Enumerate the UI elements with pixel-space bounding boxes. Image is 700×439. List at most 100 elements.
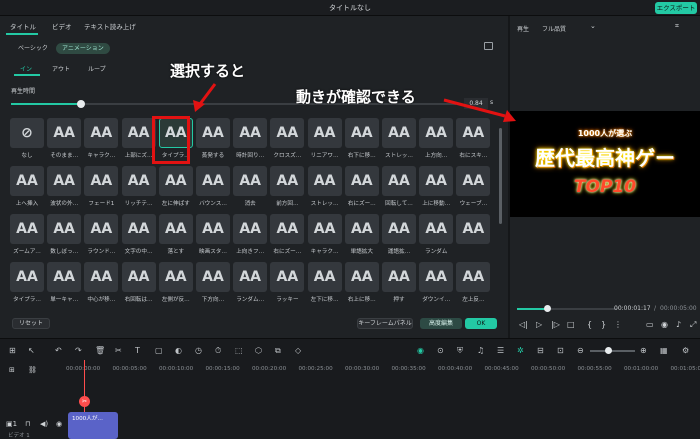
ruler-tick-label: 00:00:15:00 <box>205 366 240 372</box>
ruler-tick-label: 00:00:05:00 <box>112 366 147 372</box>
mark-in-icon[interactable]: { <box>587 320 592 329</box>
split-icon[interactable]: ⊟ <box>537 346 544 355</box>
keyframe-icon[interactable]: ◇ <box>295 346 301 355</box>
animation-preview-icon: AA <box>47 118 82 148</box>
list-icon[interactable]: ☰ <box>497 346 504 355</box>
preset-scrollbar[interactable] <box>499 128 502 224</box>
animation-preview-icon: AA <box>10 166 44 196</box>
transform-icon[interactable]: ⬚ <box>235 346 243 355</box>
color-icon[interactable]: ◐ <box>175 346 182 355</box>
window-title: タイトルなし <box>329 4 371 12</box>
preset-item[interactable]: AA 右にスキ… <box>451 118 495 159</box>
ruler-tick-label: 00:01:00:00 <box>624 366 659 372</box>
tab-video[interactable]: ビデオ <box>52 21 72 31</box>
add-track-icon[interactable]: ⊞ <box>9 366 15 374</box>
tab-out[interactable]: アウト <box>52 64 70 73</box>
animation-preview-icon: AA <box>47 214 82 244</box>
animation-preview-icon: AA <box>307 214 342 244</box>
text-tool-icon[interactable]: T <box>135 346 140 355</box>
animation-preview-icon: AA <box>233 262 268 292</box>
animation-preview-icon: AA <box>84 166 119 196</box>
display-icon[interactable]: ▭ <box>646 320 654 329</box>
play-range-icon[interactable]: ⊙ <box>437 346 444 355</box>
zoom-knob[interactable] <box>605 347 612 354</box>
total-timecode: 00:00:05:00 <box>660 305 697 312</box>
stop-icon[interactable]: □ <box>567 320 575 329</box>
timer-icon[interactable]: ⏱ <box>215 346 221 356</box>
mask-icon[interactable]: ⬡ <box>255 346 262 355</box>
chevron-down-icon[interactable]: ⌄ <box>590 22 596 30</box>
keyframe-panel-button[interactable]: キーフレームパネル <box>357 318 413 329</box>
speed-icon[interactable]: ◷ <box>195 346 202 355</box>
lock-icon[interactable]: ⊓ <box>25 420 30 428</box>
zoom-slider[interactable] <box>590 350 635 352</box>
animation-preview-icon: AA <box>158 262 193 292</box>
magnet-icon[interactable]: ✲ <box>517 346 524 355</box>
mic-icon[interactable]: ♫ <box>477 346 484 355</box>
animation-preview-icon: AA <box>196 262 230 292</box>
quality-select[interactable]: フル品質 <box>542 24 566 33</box>
tab-title[interactable]: タイトル <box>10 21 36 31</box>
subtab-animation[interactable]: アニメーション <box>56 43 110 54</box>
duration-slider-knob[interactable] <box>77 100 85 108</box>
select-tool-icon[interactable]: ⊞ <box>9 346 16 355</box>
preset-item[interactable]: AA 左上反… <box>451 262 495 303</box>
zoom-out-icon[interactable]: ⊖ <box>577 346 584 355</box>
settings-icon[interactable]: ⚙ <box>682 346 689 355</box>
save-preset-icon[interactable] <box>484 42 493 50</box>
next-frame-icon[interactable]: |▷ <box>551 320 560 329</box>
animation-preview-icon: AA <box>419 214 454 244</box>
preset-label: 左上反… <box>462 297 485 303</box>
render-icon[interactable]: ◉ <box>417 346 424 355</box>
duration-slider-fill <box>11 103 81 105</box>
zoom-in-icon[interactable]: ⊕ <box>640 346 647 355</box>
player-label: 再生 <box>517 26 530 33</box>
tab-tts[interactable]: テキスト読み上げ <box>84 21 136 31</box>
volume-icon[interactable]: ♪ <box>676 320 681 329</box>
animation-preview-icon: AA <box>456 118 491 148</box>
title-bar: タイトルなし <box>0 0 700 16</box>
undo-icon[interactable]: ↶ <box>55 346 62 355</box>
snap-icon[interactable]: ⊡ <box>557 346 564 355</box>
mark-out-icon[interactable]: } <box>601 320 606 329</box>
ai-icon[interactable]: ⧉ <box>275 346 281 356</box>
preset-label: 右にスキ… <box>459 153 488 159</box>
timeline-ruler[interactable]: 00:00:00:0000:00:05:0000:00:10:0000:00:1… <box>66 360 700 378</box>
crop-icon[interactable]: ⌗ <box>675 22 679 31</box>
animation-preview-icon: AA <box>84 214 119 244</box>
delete-icon[interactable]: 🗑 <box>95 346 105 355</box>
layout-icon[interactable]: ▦ <box>660 346 668 355</box>
video-track-icon: ▣1 <box>6 420 18 428</box>
video-preview[interactable]: 1000人が選ぶ 歴代最高神ゲー TOP10 <box>510 111 700 217</box>
preset-item[interactable]: AA ウェーブ… <box>451 166 495 207</box>
prev-frame-icon[interactable]: ◁| <box>519 320 528 329</box>
cut-icon[interactable]: ✂ <box>115 346 122 355</box>
export-button[interactable]: エクスポート <box>655 2 697 14</box>
reset-button[interactable]: リセット <box>12 318 50 329</box>
shield-icon[interactable]: ⛨ <box>457 346 463 356</box>
duration-value[interactable]: 0.84 <box>464 98 488 109</box>
snapshot-icon[interactable]: ◉ <box>661 320 668 329</box>
audio-icon[interactable]: ◀) <box>40 420 48 428</box>
crop-tool-icon[interactable]: ▢ <box>155 346 163 355</box>
ok-button[interactable]: OK <box>465 318 497 329</box>
timeline-clip[interactable]: 1000人が… <box>68 412 118 439</box>
tab-loop[interactable]: ループ <box>88 64 106 73</box>
eye-icon[interactable]: ◉ <box>56 420 62 428</box>
redo-icon[interactable]: ↷ <box>75 346 82 355</box>
animation-preview-icon: AA <box>270 262 305 292</box>
playhead-cut-icon[interactable]: ✂ <box>79 396 90 407</box>
preview-progress-knob[interactable] <box>544 305 551 312</box>
preset-item[interactable]: AA <box>451 214 495 247</box>
more-icon[interactable]: ⋮ <box>614 320 622 329</box>
pointer-icon[interactable]: ↖ <box>28 346 35 355</box>
animation-preview-icon: AA <box>382 262 416 292</box>
play-icon[interactable]: ▷ <box>536 320 542 329</box>
animation-preview-icon: AA <box>382 214 416 244</box>
link-icon[interactable]: ⛓ <box>28 366 37 374</box>
subtab-basic[interactable]: ベーシック <box>12 43 54 54</box>
preview-rank: TOP10 <box>573 177 637 197</box>
advanced-edit-button[interactable]: 高度編集 <box>420 318 462 329</box>
tab-in[interactable]: イン <box>20 64 32 73</box>
fullscreen-icon[interactable]: ⤢ <box>690 320 696 330</box>
